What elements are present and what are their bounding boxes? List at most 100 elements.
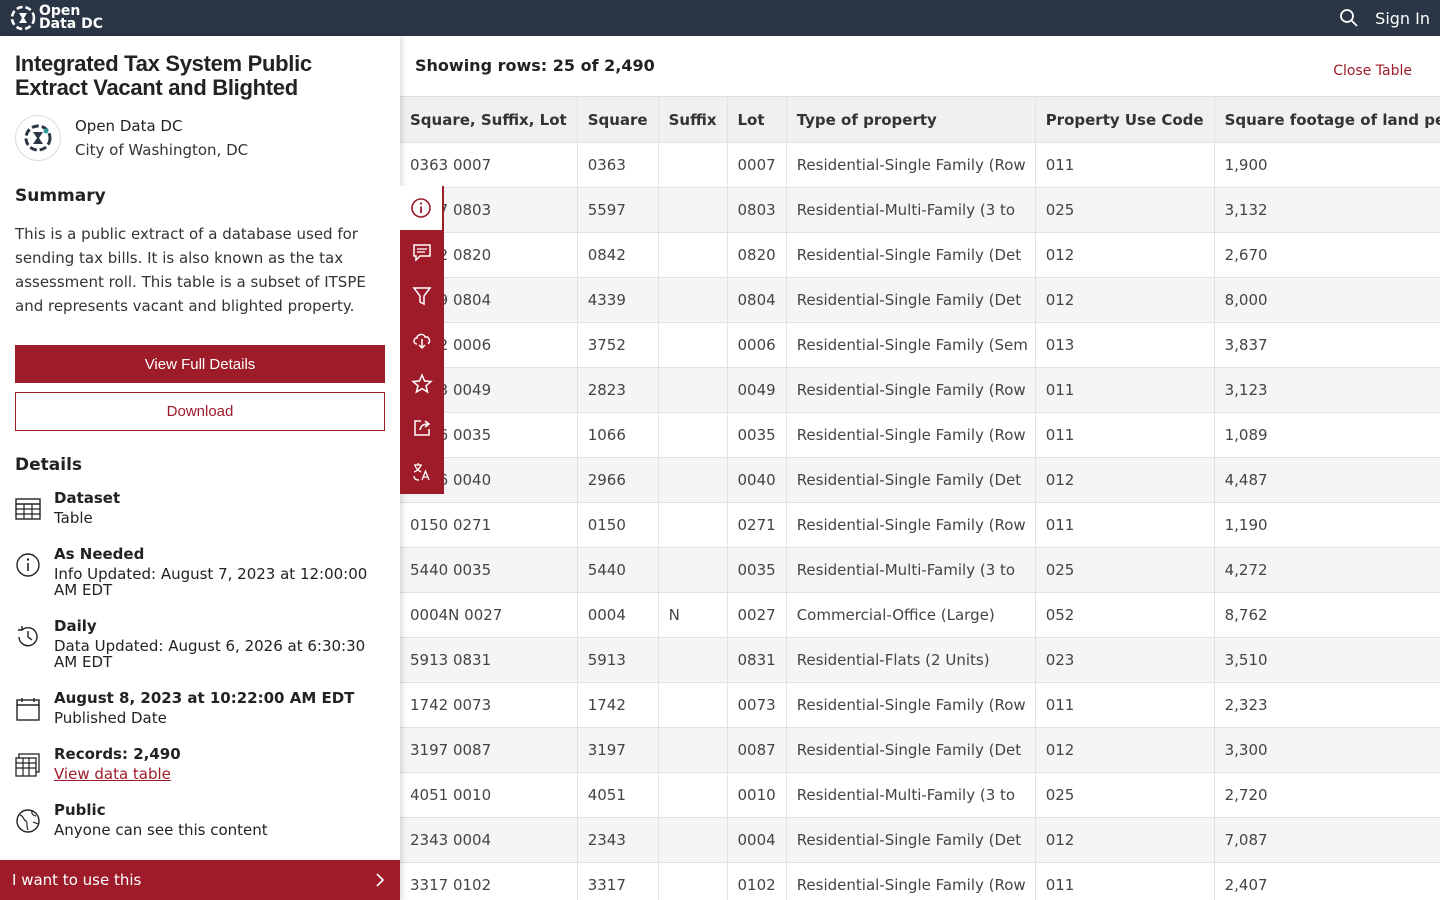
close-table-link[interactable]: Close Table [1333,63,1412,79]
history-icon [18,626,38,647]
table-cell [658,817,728,863]
download-button[interactable]: Download [15,392,385,431]
info-tool-button[interactable] [400,186,444,230]
translate-tool-button[interactable] [400,450,444,494]
dataset-info-panel: Integrated Tax System Public Extract Vac… [0,36,400,900]
table-cell: 5913 0831 [400,637,578,683]
detail-text: Public Anyone can see this content [54,802,268,838]
table-row[interactable]: 0363 0007 0363 0007 Residential-Single Fami… [400,142,1440,188]
table-cell: 0363 0007 [400,142,578,188]
table-row[interactable]: 1742 0073 1742 0073 Residential-Single Fami… [400,682,1440,728]
detail-title: As Needed [54,545,145,563]
table-cell: 0006 [727,322,787,368]
sign-in-link[interactable]: Sign In [1375,9,1430,28]
translate-icon [413,463,430,481]
view-data-table-link[interactable]: View data table [54,765,171,783]
table-row[interactable]: 0004N 0027 0004 N 0027 Commercial-Office (La… [400,592,1440,638]
table-cell: Residential-Single Family (Det [786,232,1036,278]
detail-value: Data Updated: August 6, 2026 at 6:30:30 … [54,637,366,671]
table-row[interactable]: 3752 0006 3752 0006 Residential-Single Fami… [400,322,1440,368]
table-cell: 025 [1035,187,1215,233]
table-cell: 2,670 [1214,232,1440,278]
table-cell: 2,720 [1214,772,1440,818]
table-cell [658,367,728,413]
detail-text: Daily Data Updated: August 6, 2026 at 6:… [54,618,385,670]
table-cell: 1742 0073 [400,682,578,728]
calendar-icon [16,698,40,721]
table-cell: 023 [1035,637,1215,683]
open-data-dc-logo[interactable]: Open Data DC [10,0,103,36]
column-header[interactable]: Lot [727,96,787,143]
table-cell: 011 [1035,682,1215,728]
column-header[interactable]: Property Use Code [1035,96,1215,143]
search-icon[interactable] [1339,8,1359,28]
table-row[interactable]: 2823 0049 2823 0049 Residential-Single Fami… [400,367,1440,413]
table-row[interactable]: 3317 0102 3317 0102 Residential-Single Fami… [400,862,1440,900]
table-cell: 2,407 [1214,862,1440,900]
detail-title: Records: 2,490 [54,745,181,763]
publisher-info[interactable]: Open Data DC City of Washington, DC [15,114,248,162]
table-row[interactable]: 0150 0271 0150 0271 Residential-Single Fami… [400,502,1440,548]
table-row[interactable]: 3197 0087 3197 0087 Residential-Single Fami… [400,727,1440,773]
table-row[interactable]: 1066 0035 1066 0035 Residential-Single Fami… [400,412,1440,458]
publisher-name: Open Data DC [75,117,183,135]
table-row[interactable]: 2343 0004 2343 0004 Residential-Single Fami… [400,817,1440,863]
table-cell: 0004 [577,592,659,638]
table-cell: Residential-Single Family (Sem [786,322,1036,368]
use-bar-label: I want to use this [12,871,142,889]
details-heading: Details [15,455,83,475]
data-table: Square, Suffix, Lot Square Suffix Lot Ty… [400,96,1440,900]
table-cell: Residential-Single Family (Row [786,142,1036,188]
topbar-actions: Sign In [1339,0,1440,36]
table-cell: 0035 [727,412,787,458]
records-table-icon [15,753,40,777]
detail-value: Table [54,509,93,527]
table-cell [658,187,728,233]
table-cell: Residential-Single Family (Det [786,277,1036,323]
table-cell: 011 [1035,502,1215,548]
table-row[interactable]: 0842 0820 0842 0820 Residential-Single Fami… [400,232,1440,278]
detail-value: Published Date [54,709,167,727]
share-tool-button[interactable] [400,406,444,450]
table-cell: 0027 [727,592,787,638]
table-cell: 8,762 [1214,592,1440,638]
table-row[interactable]: 4339 0804 4339 0804 Residential-Single Fami… [400,277,1440,323]
table-cell: 011 [1035,862,1215,900]
table-cell: 012 [1035,232,1215,278]
table-cell: 2,323 [1214,682,1440,728]
table-cell: 0820 [727,232,787,278]
table-cell: 0010 [727,772,787,818]
view-full-details-button[interactable]: View Full Details [15,345,385,383]
table-cell: 3317 0102 [400,862,578,900]
table-row[interactable]: 5913 0831 5913 0831 Residential-Flats (2 Un… [400,637,1440,683]
table-cell [658,637,728,683]
table-cell: 3197 [577,727,659,773]
filter-tool-button[interactable] [400,274,444,318]
i-want-to-use-this-button[interactable]: I want to use this [0,860,400,900]
table-cell: 0363 [577,142,659,188]
table-cell [658,772,728,818]
favorite-tool-button[interactable] [400,362,444,406]
column-header[interactable]: Square [577,96,659,143]
table-cell [658,142,728,188]
table-row[interactable]: 5440 0035 5440 0035 Residential-Multi-Famil… [400,547,1440,593]
globe-icon [16,809,40,833]
table-cell: Residential-Single Family (Det [786,727,1036,773]
comments-tool-button[interactable] [400,230,444,274]
download-tool-button[interactable] [400,318,444,362]
table-cell: 0004 [727,817,787,863]
column-header[interactable]: Square footage of land per sq [1214,96,1440,143]
column-header[interactable]: Square, Suffix, Lot [400,96,578,143]
table-cell: 012 [1035,727,1215,773]
column-header[interactable]: Type of property [786,96,1036,143]
table-cell: 012 [1035,457,1215,503]
detail-access: Public Anyone can see this content [15,802,385,838]
table-row[interactable]: 5597 0803 5597 0803 Residential-Multi-Famil… [400,187,1440,233]
publisher-avatar [15,115,61,161]
table-row[interactable]: 2966 0040 2966 0040 Residential-Single Fami… [400,457,1440,503]
table-cell: 2823 [577,367,659,413]
detail-title: Public [54,801,106,819]
column-header[interactable]: Suffix [658,96,728,143]
table-cell: 8,000 [1214,277,1440,323]
table-row[interactable]: 4051 0010 4051 0010 Residential-Multi-Famil… [400,772,1440,818]
